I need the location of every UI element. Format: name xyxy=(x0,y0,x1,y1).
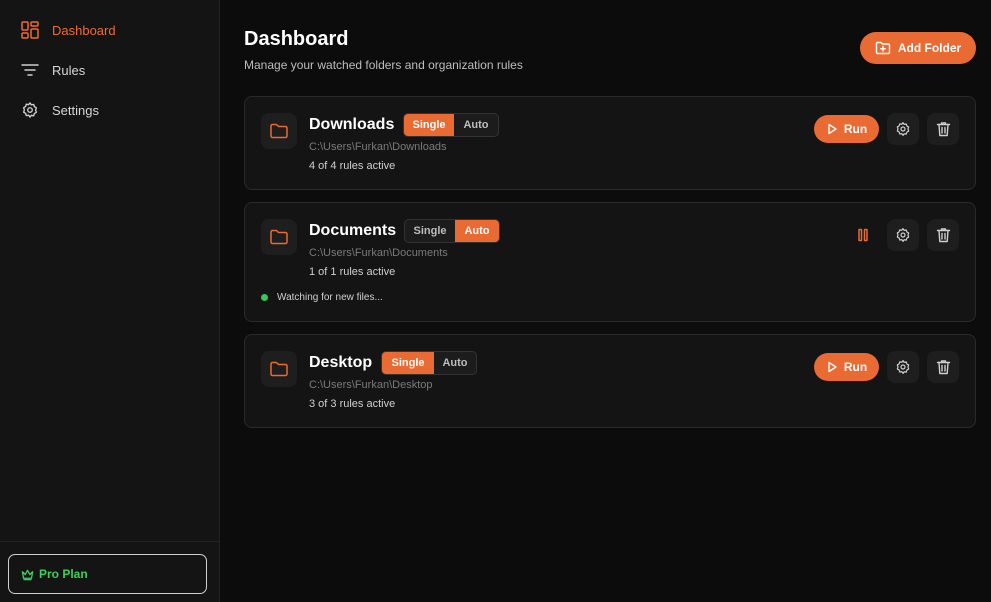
page-title: Dashboard xyxy=(244,28,349,50)
mode-single-option[interactable]: Single xyxy=(404,114,454,136)
sidebar-footer: Pro Plan xyxy=(0,541,219,602)
status-dot xyxy=(261,294,268,301)
sidebar-item-rules[interactable]: Rules xyxy=(0,50,219,90)
delete-folder-button[interactable] xyxy=(927,351,959,383)
folder-name: Downloads xyxy=(309,116,395,133)
add-folder-label: Add Folder xyxy=(897,41,962,55)
folder-icon xyxy=(269,360,289,378)
folder-name: Documents xyxy=(309,222,397,239)
folder-path: C:\Users\Furkan\Desktop xyxy=(309,379,433,391)
mode-auto-option[interactable]: Auto xyxy=(454,114,498,136)
folder-settings-button[interactable] xyxy=(887,219,919,251)
sidebar-nav: Dashboard Rules Settings xyxy=(0,0,219,130)
delete-folder-button[interactable] xyxy=(927,113,959,145)
folder-icon-box xyxy=(261,351,297,387)
folder-card-documents: Documents Single Auto C:\Users\Furkan\Do… xyxy=(244,202,976,322)
run-label: Run xyxy=(843,122,868,136)
trash-icon xyxy=(936,227,951,243)
mode-single-option[interactable]: Single xyxy=(382,352,434,374)
rules-count: 4 of 4 rules active xyxy=(309,160,396,172)
pro-plan-label: Pro Plan xyxy=(39,567,88,581)
play-icon xyxy=(826,123,838,135)
folder-name: Desktop xyxy=(309,354,373,371)
rules-count: 3 of 3 rules active xyxy=(309,398,396,410)
add-folder-button[interactable]: Add Folder xyxy=(860,32,976,64)
delete-folder-button[interactable] xyxy=(927,219,959,251)
run-button[interactable]: Run xyxy=(814,353,879,381)
folder-path: C:\Users\Furkan\Documents xyxy=(309,247,448,259)
rules-count: 1 of 1 rules active xyxy=(309,266,396,278)
mode-toggle: Single Auto xyxy=(381,351,477,375)
folder-plus-icon xyxy=(875,40,891,56)
sidebar-item-label: Settings xyxy=(52,102,99,118)
trash-icon xyxy=(936,359,951,375)
folder-path: C:\Users\Furkan\Downloads xyxy=(309,141,447,153)
folder-icon xyxy=(269,228,289,246)
folder-icon-box xyxy=(261,113,297,149)
folder-card-downloads: Downloads Single Auto C:\Users\Furkan\Do… xyxy=(244,96,976,190)
gear-icon xyxy=(20,100,40,120)
main-content: Dashboard Manage your watched folders an… xyxy=(220,0,991,602)
mode-single-option[interactable]: Single xyxy=(405,220,455,242)
folder-settings-button[interactable] xyxy=(887,351,919,383)
crown-icon xyxy=(21,568,34,581)
status-text: Watching for new files... xyxy=(277,292,383,303)
mode-toggle: Single Auto xyxy=(404,219,500,243)
dashboard-icon xyxy=(20,20,40,40)
pause-icon xyxy=(857,228,869,242)
pause-button[interactable] xyxy=(849,221,877,249)
mode-auto-option[interactable]: Auto xyxy=(434,352,476,374)
folder-icon-box xyxy=(261,219,297,255)
sidebar-item-dashboard[interactable]: Dashboard xyxy=(0,10,219,50)
play-icon xyxy=(826,361,838,373)
trash-icon xyxy=(936,121,951,137)
sidebar-item-label: Rules xyxy=(52,62,86,78)
gear-icon xyxy=(895,359,911,375)
filter-icon xyxy=(20,60,40,80)
run-button[interactable]: Run xyxy=(814,115,879,143)
page-subtitle: Manage your watched folders and organiza… xyxy=(244,58,523,72)
folder-card-desktop: Desktop Single Auto C:\Users\Furkan\Desk… xyxy=(244,334,976,428)
sidebar-item-settings[interactable]: Settings xyxy=(0,90,219,130)
pro-plan-button[interactable]: Pro Plan xyxy=(8,554,207,594)
folder-settings-button[interactable] xyxy=(887,113,919,145)
sidebar-item-label: Dashboard xyxy=(52,22,116,38)
mode-auto-option[interactable]: Auto xyxy=(455,220,499,242)
folder-icon xyxy=(269,122,289,140)
gear-icon xyxy=(895,227,911,243)
watching-status: Watching for new files... xyxy=(261,292,383,303)
mode-toggle: Single Auto xyxy=(403,113,499,137)
run-label: Run xyxy=(843,360,868,374)
gear-icon xyxy=(895,121,911,137)
sidebar: Dashboard Rules Settings Pro Plan xyxy=(0,0,220,602)
